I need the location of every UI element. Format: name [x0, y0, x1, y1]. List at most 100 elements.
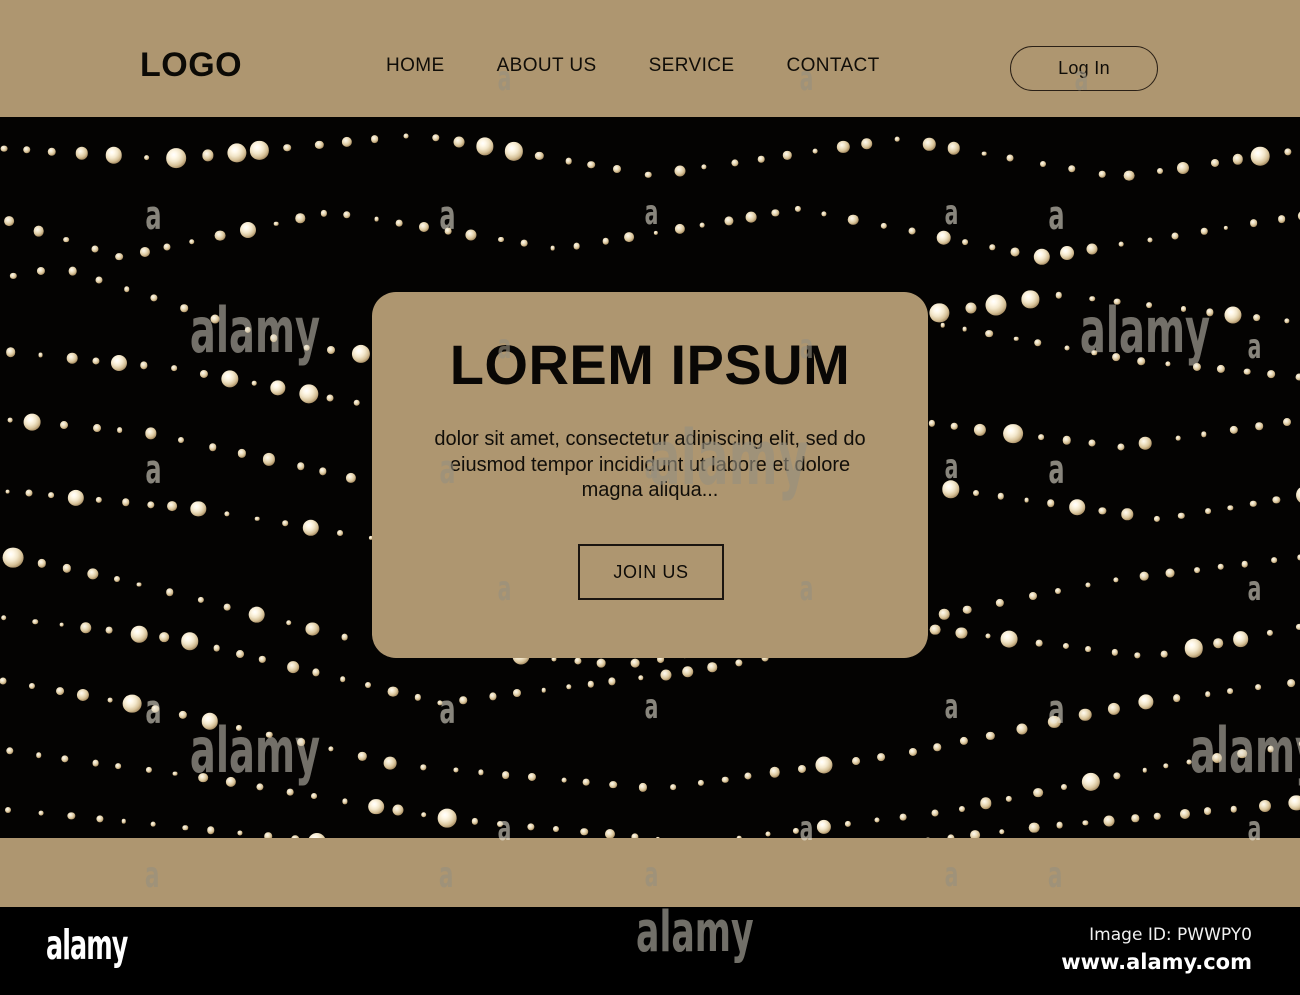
light-bead: [140, 361, 148, 370]
light-bead: [1099, 170, 1106, 178]
light-bead: [1227, 504, 1233, 511]
light-bead: [609, 780, 617, 789]
landing-page-mockup: LOREM IPSUM dolor sit amet, consectetur …: [0, 0, 1300, 995]
light-bead: [297, 738, 306, 747]
light-bead: [77, 688, 90, 702]
light-bead: [326, 394, 334, 402]
light-bead: [225, 777, 236, 788]
light-bead: [573, 242, 580, 250]
light-bead: [139, 246, 150, 257]
light-bead: [1028, 822, 1040, 834]
light-bead: [731, 159, 739, 167]
join-us-button[interactable]: JOIN US: [578, 544, 724, 600]
light-bead: [235, 649, 244, 658]
light-bead: [150, 294, 158, 302]
light-bead: [283, 143, 291, 152]
light-bead: [202, 149, 214, 161]
light-bead: [1060, 784, 1067, 791]
light-bead: [1085, 582, 1091, 588]
light-bead: [341, 633, 349, 641]
light-bead: [145, 427, 157, 439]
light-bead: [22, 146, 31, 154]
light-bead: [224, 510, 230, 517]
light-bead: [644, 171, 652, 178]
light-bead: [1048, 715, 1061, 728]
light-bead: [894, 137, 900, 142]
light-bead: [478, 769, 484, 776]
light-bead: [1002, 423, 1023, 444]
site-logo[interactable]: LOGO: [140, 48, 242, 82]
light-bead: [227, 142, 247, 163]
nav-item-home[interactable]: HOME: [386, 56, 445, 75]
light-bead: [414, 694, 421, 701]
light-bead: [110, 354, 127, 371]
light-bead: [237, 830, 243, 836]
light-bead: [1223, 225, 1229, 230]
light-bead: [172, 771, 178, 777]
light-bead: [92, 759, 99, 767]
light-bead: [121, 819, 127, 824]
light-bead: [476, 137, 494, 155]
light-bead: [1091, 350, 1097, 356]
light-bead: [105, 147, 122, 164]
light-bead: [421, 811, 427, 818]
light-bead: [582, 778, 590, 786]
nav-item-about-us[interactable]: ABOUT US: [497, 56, 597, 75]
light-bead: [1243, 368, 1251, 376]
light-bead: [60, 420, 69, 429]
light-bead: [1201, 227, 1208, 235]
light-bead: [346, 472, 357, 483]
light-bead: [985, 329, 994, 338]
light-bead: [1103, 815, 1115, 827]
light-bead: [437, 700, 443, 706]
light-bead: [1186, 759, 1192, 765]
light-bead: [165, 588, 174, 597]
light-bead: [368, 798, 384, 815]
light-bead: [419, 222, 430, 233]
light-bead: [1249, 500, 1257, 508]
light-bead: [996, 598, 1005, 608]
light-bead: [783, 151, 792, 160]
nav-item-service[interactable]: SERVICE: [649, 56, 735, 75]
light-bead: [1084, 646, 1091, 653]
light-bead: [852, 756, 861, 765]
light-bead: [167, 501, 178, 512]
light-bead: [908, 227, 916, 235]
light-bead: [23, 413, 41, 431]
light-bead: [122, 498, 130, 506]
light-bead: [1165, 568, 1175, 578]
light-bead: [181, 632, 199, 651]
light-bead: [1162, 763, 1169, 769]
light-bead: [342, 210, 351, 219]
light-bead: [237, 449, 246, 458]
light-bead: [113, 575, 120, 582]
light-bead: [299, 384, 319, 404]
light-bead: [47, 147, 56, 156]
light-bead: [1153, 515, 1160, 522]
light-bead: [259, 656, 266, 663]
log-in-button[interactable]: Log In: [1010, 46, 1158, 91]
light-bead: [1267, 745, 1274, 753]
light-bead: [553, 826, 560, 833]
page-title: LOREM IPSUM: [449, 333, 851, 396]
light-bead: [908, 748, 918, 757]
light-bead: [980, 797, 992, 810]
light-bead: [638, 783, 648, 792]
light-bead: [1005, 795, 1012, 802]
light-bead: [602, 238, 610, 245]
light-bead: [1123, 170, 1135, 181]
light-bead: [1237, 748, 1248, 759]
light-bead: [613, 165, 622, 174]
light-bead: [1089, 295, 1096, 302]
light-bead: [0, 677, 7, 685]
light-bead: [534, 151, 544, 160]
light-bead: [1086, 243, 1098, 255]
light-bead: [587, 160, 595, 169]
main-navigation: HOME ABOUT US SERVICE CONTACT: [386, 56, 880, 75]
light-bead: [1001, 630, 1018, 648]
light-bead: [724, 216, 734, 226]
nav-item-contact[interactable]: CONTACT: [786, 56, 879, 75]
light-bead: [931, 809, 939, 817]
light-bead: [403, 133, 409, 139]
light-bead: [392, 804, 404, 816]
